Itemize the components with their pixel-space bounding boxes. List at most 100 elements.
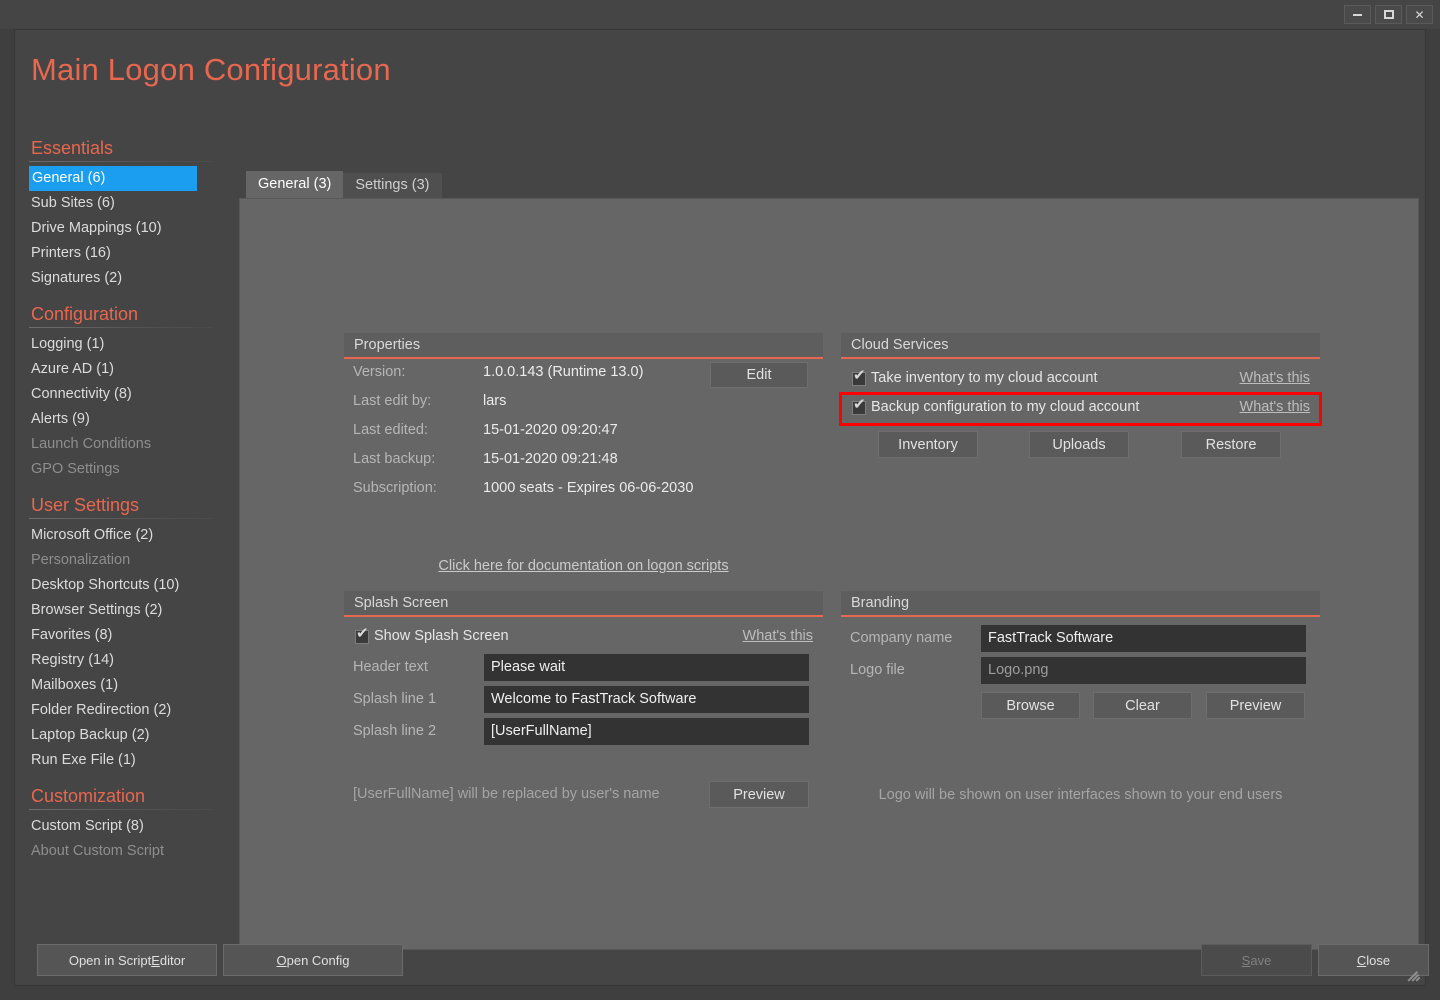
cloud-backup-row: Backup configuration to my cloud account… xyxy=(841,394,1320,423)
preview-button[interactable]: Preview xyxy=(1206,692,1305,719)
resize-grip[interactable] xyxy=(1407,967,1422,982)
sidebar-item-alerts[interactable]: Alerts (9) xyxy=(29,407,225,432)
save-button[interactable]: Save xyxy=(1201,944,1312,976)
company-name-row: Company name FastTrack Software xyxy=(841,623,1320,655)
sidebar-item-mailboxes[interactable]: Mailboxes (1) xyxy=(29,673,225,698)
open-in-script-editor-accel: E xyxy=(151,952,160,968)
sidebar-item-drive-mappings[interactable]: Drive Mappings (10) xyxy=(29,216,225,241)
maximize-button[interactable] xyxy=(1375,5,1402,24)
logo-file-input[interactable]: Logo.png xyxy=(981,657,1306,684)
minimize-icon xyxy=(1353,13,1362,16)
property-value-subscription: 1000 seats - Expires 06-06-2030 xyxy=(483,480,694,496)
branding-panel: Branding Company name FastTrack Software… xyxy=(841,591,1320,823)
inventory-button[interactable]: Inventory xyxy=(878,431,978,458)
branding-buttons: Browse Clear Preview xyxy=(841,687,1320,727)
sidebar-item-favorites[interactable]: Favorites (8) xyxy=(29,623,225,648)
sidebar-item-about-custom-script[interactable]: About Custom Script xyxy=(29,839,225,864)
browse-button[interactable]: Browse xyxy=(981,692,1080,719)
backup-configuration-checkbox[interactable] xyxy=(852,397,866,415)
splash-preview-button[interactable]: Preview xyxy=(709,781,809,808)
show-splash-row: Show Splash Screen What's this xyxy=(344,623,823,652)
show-splash-screen-checkbox[interactable] xyxy=(355,626,369,644)
splash-line-2-label: Splash line 2 xyxy=(353,723,437,739)
sidebar-item-signatures[interactable]: Signatures (2) xyxy=(29,266,225,291)
sidebar-item-personalization[interactable]: Personalization xyxy=(29,548,225,573)
sidebar-header-essentials: Essentials xyxy=(29,138,225,162)
backup-configuration-label: Backup configuration to my cloud account xyxy=(871,399,1140,415)
edit-button[interactable]: Edit xyxy=(710,362,808,388)
property-value-last-edit-by: lars xyxy=(483,393,507,409)
sidebar-item-folder-redirection[interactable]: Folder Redirection (2) xyxy=(29,698,225,723)
open-config-accel: O xyxy=(276,952,287,968)
splash-line-2-input[interactable]: [UserFullName] xyxy=(484,718,809,745)
close-label-after: lose xyxy=(1366,952,1391,968)
sidebar-item-registry[interactable]: Registry (14) xyxy=(29,648,225,673)
sidebar-section-user-settings: User Settings Microsoft Office (2) Perso… xyxy=(29,495,225,773)
tab-settings[interactable]: Settings (3) xyxy=(343,173,442,198)
close-icon: ✕ xyxy=(1414,7,1425,22)
cloud-services-panel-body: Take inventory to my cloud account What'… xyxy=(839,365,1322,485)
documentation-link[interactable]: Click here for documentation on logon sc… xyxy=(344,558,823,574)
tab-general[interactable]: General (3) xyxy=(246,171,344,198)
branding-panel-body: Company name FastTrack Software Logo fil… xyxy=(841,623,1320,823)
sidebar-item-azure-ad[interactable]: Azure AD (1) xyxy=(29,357,225,382)
sidebar-item-browser-settings[interactable]: Browser Settings (2) xyxy=(29,598,225,623)
sidebar-item-custom-script[interactable]: Custom Script (8) xyxy=(29,814,225,839)
splash-header-text-input[interactable]: Please wait xyxy=(484,654,809,681)
sidebar-item-launch-conditions[interactable]: Launch Conditions xyxy=(29,432,225,457)
restore-button[interactable]: Restore xyxy=(1181,431,1281,458)
properties-panel-title: Properties xyxy=(344,333,823,359)
branding-note-text: Logo will be shown on user interfaces sh… xyxy=(878,787,1283,803)
splash-whats-this-link[interactable]: What's this xyxy=(743,628,813,644)
properties-panel-body: Version: 1.0.0.143 (Runtime 13.0) Edit L… xyxy=(344,359,823,591)
uploads-button[interactable]: Uploads xyxy=(1029,431,1129,458)
open-in-script-editor-button[interactable]: Open in Script Editor xyxy=(37,944,217,976)
sidebar-item-logging[interactable]: Logging (1) xyxy=(29,332,225,357)
open-in-script-editor-label-after: ditor xyxy=(159,952,186,968)
take-inventory-checkbox[interactable] xyxy=(852,368,866,386)
sidebar-item-sub-sites[interactable]: Sub Sites (6) xyxy=(29,191,225,216)
minimize-button[interactable] xyxy=(1344,5,1371,24)
splash-header-text-label: Header text xyxy=(353,659,428,675)
logo-file-label: Logo file xyxy=(850,662,905,678)
close-accel: C xyxy=(1356,952,1367,968)
open-config-button[interactable]: Open Config xyxy=(223,944,403,976)
sidebar-item-run-exe-file[interactable]: Run Exe File (1) xyxy=(29,748,225,773)
property-label-last-edit-by: Last edit by: xyxy=(353,393,432,409)
sidebar-header-configuration: Configuration xyxy=(29,304,225,328)
close-window-button[interactable]: ✕ xyxy=(1406,5,1433,24)
sidebar-item-printers[interactable]: Printers (16) xyxy=(29,241,225,266)
splash-line-1-row: Splash line 1 Welcome to FastTrack Softw… xyxy=(344,684,823,716)
sidebar-item-connectivity[interactable]: Connectivity (8) xyxy=(29,382,225,407)
take-inventory-label: Take inventory to my cloud account xyxy=(871,370,1098,386)
page-title: Main Logon Configuration xyxy=(31,52,391,87)
property-value-last-backup: 15-01-2020 09:21:48 xyxy=(483,451,618,467)
clear-button[interactable]: Clear xyxy=(1093,692,1192,719)
sidebar: Essentials General (6) Sub Sites (6) Dri… xyxy=(29,138,225,918)
splash-note-text: [UserFullName] will be replaced by user'… xyxy=(353,786,660,802)
maximize-icon xyxy=(1383,10,1394,19)
property-row-version: Version: 1.0.0.143 (Runtime 13.0) Edit xyxy=(344,359,823,388)
property-row-subscription: Subscription: 1000 seats - Expires 06-06… xyxy=(344,475,823,504)
property-label-last-edited: Last edited: xyxy=(353,422,428,438)
sidebar-item-general[interactable]: General (6) xyxy=(29,166,197,191)
sidebar-item-microsoft-office[interactable]: Microsoft Office (2) xyxy=(29,523,225,548)
client-area: Main Logon Configuration Essentials Gene… xyxy=(14,29,1429,986)
backup-configuration-whats-this-link[interactable]: What's this xyxy=(1240,399,1310,415)
bottom-button-bar: Open in Script Editor Open Config Save C… xyxy=(15,930,1429,986)
tab-strip: General (3) Settings (3) xyxy=(246,171,442,198)
show-splash-screen-label: Show Splash Screen xyxy=(374,628,509,644)
cloud-inventory-row: Take inventory to my cloud account What'… xyxy=(841,365,1320,394)
splash-screen-panel-body: Show Splash Screen What's this Header te… xyxy=(344,623,823,823)
splash-screen-panel-title: Splash Screen xyxy=(344,591,823,617)
sidebar-item-laptop-backup[interactable]: Laptop Backup (2) xyxy=(29,723,225,748)
branding-panel-title: Branding xyxy=(841,591,1320,617)
save-accel: S xyxy=(1241,952,1251,968)
splash-line-1-input[interactable]: Welcome to FastTrack Software xyxy=(484,686,809,713)
sidebar-header-customization: Customization xyxy=(29,786,225,810)
cloud-services-buttons: Inventory Uploads Restore xyxy=(841,423,1320,469)
take-inventory-whats-this-link[interactable]: What's this xyxy=(1240,370,1310,386)
company-name-input[interactable]: FastTrack Software xyxy=(981,625,1306,652)
sidebar-item-desktop-shortcuts[interactable]: Desktop Shortcuts (10) xyxy=(29,573,225,598)
sidebar-item-gpo-settings[interactable]: GPO Settings xyxy=(29,457,225,482)
